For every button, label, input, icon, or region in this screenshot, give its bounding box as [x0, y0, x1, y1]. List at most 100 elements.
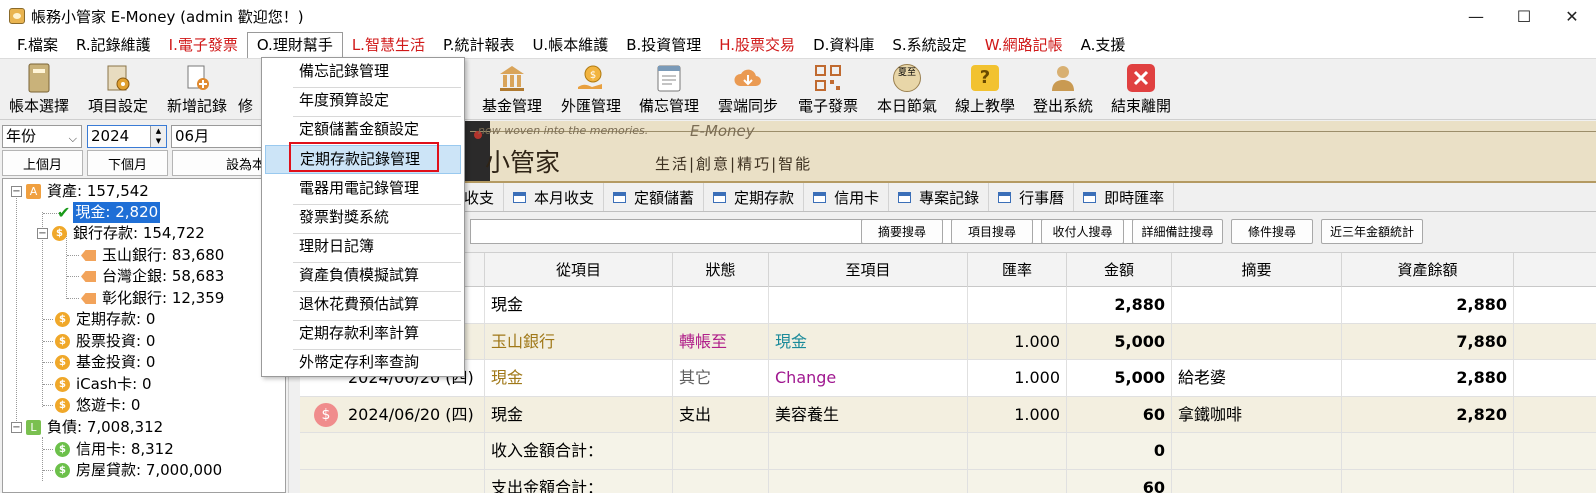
- menu-database[interactable]: D.資料庫: [804, 32, 883, 58]
- fund-button[interactable]: 基金管理: [476, 59, 548, 119]
- summary-search-button[interactable]: 摘要搜尋: [861, 219, 943, 244]
- solar-term-button[interactable]: 夏至 本日節氣: [872, 59, 942, 119]
- menu-settings[interactable]: S.系統設定: [883, 32, 975, 58]
- menu-item-annual-budget[interactable]: 年度預算設定: [265, 87, 461, 116]
- calendar-icon: [613, 191, 627, 203]
- table-row[interactable]: 現金 2,880 2,880: [300, 287, 1596, 324]
- menu-record[interactable]: R.記錄維護: [67, 32, 160, 58]
- tree-node-icash[interactable]: $ iCash卡: 0: [55, 374, 154, 395]
- close-button[interactable]: ✕: [1548, 0, 1596, 32]
- tree-node-assets[interactable]: − A 資產: 157,542: [11, 181, 151, 202]
- menu-item-memo-records[interactable]: 備忘記錄管理: [265, 58, 461, 87]
- table-row[interactable]: 玉山銀行 轉帳至 現金 1.000 5,000 7,880: [300, 323, 1596, 360]
- tree-node-fixed-deposit[interactable]: $ 定期存款: 0: [55, 309, 157, 330]
- menu-finance-helper[interactable]: O.理財幫手: [246, 32, 343, 58]
- coin-icon: $: [314, 402, 338, 427]
- next-month-button[interactable]: 下個月: [87, 150, 168, 176]
- einvoice-button[interactable]: 電子發票: [792, 59, 864, 119]
- tree-node-cash[interactable]: ✔ 現金: 2,820: [57, 202, 161, 223]
- col-balance[interactable]: 資產餘額: [1342, 253, 1514, 287]
- calendar-icon: [998, 191, 1012, 203]
- tree-node-stock[interactable]: $ 股票投資: 0: [55, 331, 157, 352]
- forex-button[interactable]: $ 外匯管理: [556, 59, 626, 119]
- menu-book[interactable]: U.帳本維護: [523, 32, 617, 58]
- maximize-button[interactable]: ☐: [1500, 0, 1548, 32]
- menu-item-fixed-savings-amount[interactable]: 定額儲蓄金額設定: [265, 116, 461, 145]
- menu-reports[interactable]: P.統計報表: [434, 32, 523, 58]
- coin-icon: $: [55, 312, 70, 327]
- coin-icon: $: [55, 334, 70, 349]
- year-spinner[interactable]: 2024 ▲ ▼: [87, 125, 167, 148]
- collapse-toggle[interactable]: −: [11, 186, 22, 197]
- col-memo[interactable]: 摘要: [1172, 253, 1342, 287]
- item-settings-button[interactable]: 項目設定: [84, 59, 152, 119]
- tab-income-expense[interactable]: 收支: [460, 183, 505, 211]
- collapse-toggle[interactable]: −: [37, 228, 48, 239]
- col-rate[interactable]: 匯率: [968, 253, 1067, 287]
- col-from[interactable]: 從項目: [485, 253, 673, 287]
- menu-item-fx-deposit-rate[interactable]: 外幣定存利率查詢: [265, 349, 461, 378]
- tree-node-chb[interactable]: 彰化銀行: 12,359: [81, 288, 226, 309]
- tab-calendar[interactable]: 行事曆: [989, 183, 1075, 211]
- three-year-stats-button[interactable]: 近三年金額統計: [1321, 219, 1423, 244]
- tutorial-button[interactable]: ? 線上教學: [950, 59, 1020, 119]
- records-grid: 從項目 狀態 至項目 匯率 金額 摘要 資產餘額 現金 2,880 2,880 …: [300, 252, 1596, 493]
- tab-fixed-deposit[interactable]: 定期存款: [704, 183, 805, 211]
- calendar-icon: [713, 191, 727, 203]
- menu-stock[interactable]: H.股票交易: [710, 32, 804, 58]
- logout-button[interactable]: 登出系統: [1028, 59, 1098, 119]
- tree-node-fund[interactable]: $ 基金投資: 0: [55, 352, 157, 373]
- menu-item-balance-simulation[interactable]: 資產負債模擬試算: [265, 262, 461, 291]
- menu-item-deposit-rate-calc[interactable]: 定期存款利率計算: [265, 320, 461, 349]
- exit-button[interactable]: 結束離開: [1106, 59, 1176, 119]
- tree-node-bank[interactable]: − $ 銀行存款: 154,722: [37, 223, 207, 244]
- calendar-icon: [513, 191, 527, 203]
- spin-arrows-icon[interactable]: ▲ ▼: [150, 126, 166, 147]
- modify-button[interactable]: 修: [238, 59, 260, 119]
- menu-smart-life[interactable]: L.智慧生活: [343, 32, 434, 58]
- tree-node-tbb[interactable]: 台灣企銀: 58,683: [81, 266, 226, 287]
- condition-search-button[interactable]: 條件搜尋: [1231, 219, 1313, 244]
- tab-exchange-rate[interactable]: 即時匯率: [1074, 183, 1175, 211]
- grid-header: 從項目 狀態 至項目 匯率 金額 摘要 資產餘額: [300, 253, 1596, 287]
- col-status[interactable]: 狀態: [673, 253, 769, 287]
- table-row[interactable]: 2024/06/20 (四) $ 現金 支出 美容養生 1.000 60 拿鐵咖…: [300, 396, 1596, 433]
- menu-einvoice[interactable]: I.電子發票: [160, 32, 247, 58]
- note-search-button[interactable]: 詳細備註搜尋: [1132, 219, 1223, 244]
- tab-monthly[interactable]: 本月收支: [504, 183, 605, 211]
- book-select-button[interactable]: 帳本選擇: [6, 59, 72, 119]
- tree-node-mortgage[interactable]: $ 房屋貸款: 7,000,000: [55, 460, 224, 481]
- tree-node-esun[interactable]: 玉山銀行: 83,680: [81, 245, 226, 266]
- tab-credit-card[interactable]: 信用卡: [804, 183, 890, 211]
- menu-file[interactable]: F.檔案: [8, 32, 67, 58]
- new-record-button[interactable]: 新增記錄: [164, 59, 230, 119]
- payee-search-button[interactable]: 收付人搜尋: [1041, 219, 1124, 244]
- menu-investment[interactable]: B.投資管理: [617, 32, 710, 58]
- menu-item-invoice-lottery[interactable]: 發票對獎系統: [265, 204, 461, 233]
- tag-icon: [81, 250, 96, 261]
- menu-web[interactable]: W.網路記帳: [976, 32, 1072, 58]
- coin-icon: $: [55, 377, 70, 392]
- tab-fixed-savings[interactable]: 定額儲蓄: [604, 183, 705, 211]
- cloud-download-icon: [733, 63, 763, 93]
- period-select[interactable]: 年份 ⌵: [2, 125, 82, 148]
- tree-node-credit-card[interactable]: $ 信用卡: 8,312: [55, 439, 176, 460]
- col-to[interactable]: 至項目: [769, 253, 968, 287]
- collapse-toggle[interactable]: −: [11, 422, 22, 433]
- menu-item-finance-diary[interactable]: 理財日記簿: [265, 233, 461, 262]
- memo-button[interactable]: 備忘管理: [634, 59, 704, 119]
- menu-support[interactable]: A.支援: [1072, 32, 1135, 58]
- table-row[interactable]: 2024/06/20 (四) 現金 其它 Change 1.000 5,000 …: [300, 360, 1596, 397]
- menu-item-appliance-power[interactable]: 電器用電記錄管理: [265, 175, 461, 204]
- col-amount[interactable]: 金額: [1067, 253, 1172, 287]
- tab-projects[interactable]: 專案記錄: [889, 183, 990, 211]
- book-icon: [24, 63, 54, 93]
- cloud-sync-button[interactable]: 雲端同步: [714, 59, 782, 119]
- tree-node-liabilities[interactable]: − L 負債: 7,008,312: [11, 417, 165, 438]
- tree-node-easycard[interactable]: $ 悠遊卡: 0: [55, 395, 142, 416]
- item-search-button[interactable]: 項目搜尋: [951, 219, 1033, 244]
- brand-slogan: 生活|創意|精巧|智能: [655, 155, 813, 173]
- prev-month-button[interactable]: 上個月: [2, 150, 83, 176]
- minimize-button[interactable]: —: [1452, 0, 1500, 32]
- menu-item-retirement-estimate[interactable]: 退休花費預估試算: [265, 291, 461, 320]
